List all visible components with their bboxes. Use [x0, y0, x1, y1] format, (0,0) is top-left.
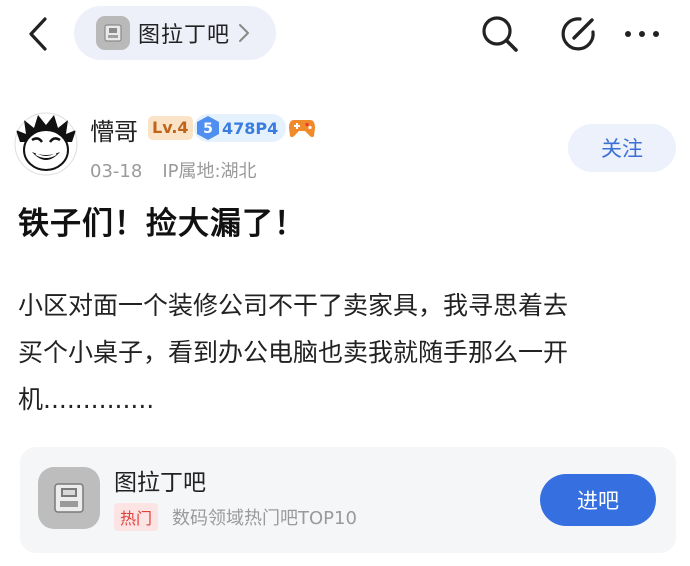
forum-logo-icon [96, 16, 130, 50]
forum-card-logo-icon [38, 467, 100, 529]
post-body-line: 小区对面一个装修公司不干了卖家具，我寻思着去 [18, 291, 569, 320]
back-icon [29, 17, 47, 51]
post-body-line: 机.............. [18, 385, 155, 414]
forum-card-name: 图拉丁吧 [114, 470, 206, 496]
search-icon [482, 16, 518, 52]
post-body-line: 买个小桌子，看到办公电脑也卖我就随手那么一开 [18, 338, 569, 367]
gem-text: 478P4 [222, 118, 279, 138]
post-page: 图拉丁吧 懵哥 Lv.4 5 478P4 03-18 IP属地:湖北 关注 铁子… [0, 0, 690, 566]
forum-header-pill[interactable]: 图拉丁吧 [74, 6, 276, 60]
forum-card[interactable]: 图拉丁吧 热门 数码领域热门吧TOP10 进吧 [20, 447, 676, 553]
forum-header-name: 图拉丁吧 [138, 23, 231, 48]
post-title: 铁子们！捡大漏了！ [18, 206, 306, 242]
gem-icon: 5 [194, 114, 222, 142]
author-avatar[interactable] [14, 112, 78, 176]
gamepad-icon [288, 116, 316, 140]
gem-badge: 5 478P4 [194, 114, 287, 142]
compose-button[interactable] [556, 12, 600, 56]
post-meta: 03-18 IP属地:湖北 [90, 157, 257, 183]
gem-level: 5 [203, 121, 213, 137]
compose-icon [561, 17, 595, 51]
forum-card-description: 数码领域热门吧TOP10 [172, 508, 357, 529]
enter-forum-button[interactable]: 进吧 [540, 474, 656, 526]
hot-tag: 热门 [114, 503, 159, 531]
level-badge: Lv.4 [148, 116, 193, 140]
post-body: 小区对面一个装修公司不干了卖家具，我寻思着去 买个小桌子，看到办公电脑也卖我就随… [18, 282, 668, 423]
more-icon [625, 31, 659, 37]
ip-location: IP属地:湖北 [162, 161, 257, 182]
back-button[interactable] [20, 14, 56, 54]
chevron-right-icon [238, 23, 250, 43]
follow-button[interactable]: 关注 [568, 124, 676, 172]
more-button[interactable] [620, 12, 664, 56]
post-date: 03-18 [90, 161, 143, 182]
search-button[interactable] [478, 12, 522, 56]
author-name[interactable]: 懵哥 [90, 112, 138, 147]
